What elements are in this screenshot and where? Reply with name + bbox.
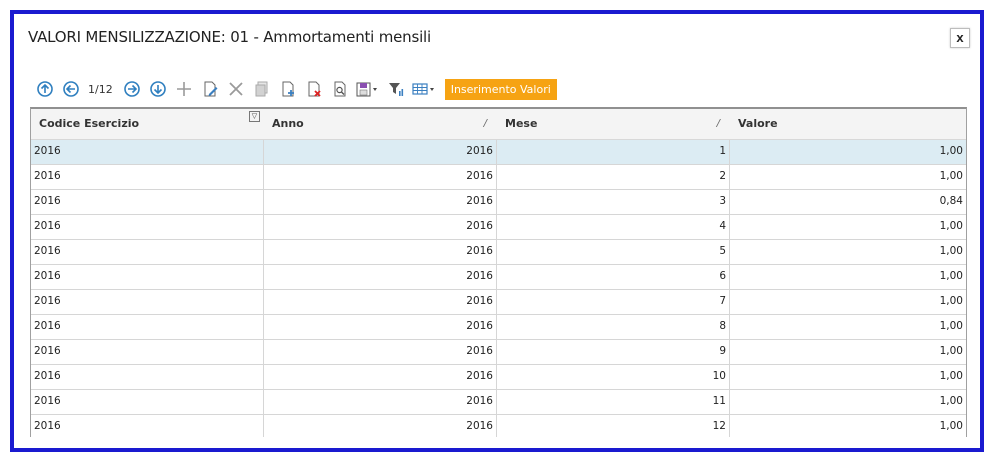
- cell-valore[interactable]: 1,00: [730, 340, 966, 364]
- cell-codice[interactable]: 2016: [31, 415, 264, 437]
- table-row[interactable]: 2016 2016 7 1,00: [31, 290, 966, 315]
- table-row[interactable]: 2016 2016 3 0,84: [31, 190, 966, 215]
- cell-valore[interactable]: 0,84: [730, 190, 966, 214]
- table-row[interactable]: 2016 2016 1 1,00: [31, 140, 966, 165]
- cell-valore[interactable]: 1,00: [730, 290, 966, 314]
- next-record-icon[interactable]: [121, 78, 143, 100]
- table-row[interactable]: 2016 2016 9 1,00: [31, 340, 966, 365]
- grid-header: Codice Esercizio ▽ Anno / Mese / Valore: [31, 109, 966, 140]
- cell-mese[interactable]: 9: [497, 340, 730, 364]
- cell-anno[interactable]: 2016: [264, 140, 497, 164]
- cell-anno[interactable]: 2016: [264, 265, 497, 289]
- cell-anno[interactable]: 2016: [264, 390, 497, 414]
- cell-valore[interactable]: 1,00: [730, 215, 966, 239]
- cell-mese[interactable]: 3: [497, 190, 730, 214]
- cell-mese[interactable]: 11: [497, 390, 730, 414]
- cell-valore[interactable]: 1,00: [730, 390, 966, 414]
- cell-mese[interactable]: 5: [497, 240, 730, 264]
- cell-codice[interactable]: 2016: [31, 315, 264, 339]
- column-header-codice-esercizio[interactable]: Codice Esercizio ▽: [31, 109, 264, 139]
- table-row[interactable]: 2016 2016 5 1,00: [31, 240, 966, 265]
- cell-codice[interactable]: 2016: [31, 290, 264, 314]
- cell-anno[interactable]: 2016: [264, 315, 497, 339]
- cell-anno[interactable]: 2016: [264, 415, 497, 437]
- table-row[interactable]: 2016 2016 6 1,00: [31, 265, 966, 290]
- cell-anno[interactable]: 2016: [264, 190, 497, 214]
- column-filter-icon[interactable]: ▽: [249, 111, 260, 122]
- cell-mese[interactable]: 1: [497, 140, 730, 164]
- preview-icon[interactable]: [329, 78, 351, 100]
- cell-mese[interactable]: 8: [497, 315, 730, 339]
- column-header-anno[interactable]: Anno /: [264, 109, 497, 139]
- table-row[interactable]: 2016 2016 10 1,00: [31, 365, 966, 390]
- cell-mese[interactable]: 10: [497, 365, 730, 389]
- cell-codice[interactable]: 2016: [31, 140, 264, 164]
- toolbar: 1/12 Inserimento Valori: [34, 78, 557, 100]
- table-row[interactable]: 2016 2016 12 1,00: [31, 415, 966, 437]
- cancel-document-icon[interactable]: [303, 78, 325, 100]
- table-row[interactable]: 2016 2016 4 1,00: [31, 215, 966, 240]
- cell-mese[interactable]: 4: [497, 215, 730, 239]
- add-icon[interactable]: [173, 78, 195, 100]
- sort-icon: /: [483, 118, 487, 129]
- cell-valore[interactable]: 1,00: [730, 165, 966, 189]
- cell-codice[interactable]: 2016: [31, 340, 264, 364]
- save-menu-icon[interactable]: [355, 78, 381, 100]
- cell-codice[interactable]: 2016: [31, 165, 264, 189]
- first-record-icon[interactable]: [34, 78, 56, 100]
- window-title: VALORI MENSILIZZAZIONE: 01 - Ammortament…: [28, 28, 431, 46]
- data-grid: Codice Esercizio ▽ Anno / Mese / Valore 201…: [30, 107, 967, 437]
- cell-anno[interactable]: 2016: [264, 165, 497, 189]
- cell-mese[interactable]: 7: [497, 290, 730, 314]
- cell-codice[interactable]: 2016: [31, 390, 264, 414]
- cell-codice[interactable]: 2016: [31, 190, 264, 214]
- table-row[interactable]: 2016 2016 8 1,00: [31, 315, 966, 340]
- cell-mese[interactable]: 12: [497, 415, 730, 437]
- insert-values-button[interactable]: Inserimento Valori: [444, 78, 557, 100]
- cell-valore[interactable]: 1,00: [730, 365, 966, 389]
- table-view-icon[interactable]: [411, 78, 437, 100]
- page-indicator: 1/12: [88, 82, 113, 96]
- cell-valore[interactable]: 1,00: [730, 140, 966, 164]
- cell-codice[interactable]: 2016: [31, 365, 264, 389]
- cell-mese[interactable]: 2: [497, 165, 730, 189]
- column-header-valore[interactable]: Valore: [730, 109, 966, 139]
- cell-codice[interactable]: 2016: [31, 240, 264, 264]
- cell-anno[interactable]: 2016: [264, 365, 497, 389]
- cell-mese[interactable]: 6: [497, 265, 730, 289]
- edit-icon[interactable]: [199, 78, 221, 100]
- cell-valore[interactable]: 1,00: [730, 265, 966, 289]
- cell-valore[interactable]: 1,00: [730, 315, 966, 339]
- cell-anno[interactable]: 2016: [264, 340, 497, 364]
- filter-icon[interactable]: [385, 78, 407, 100]
- cell-anno[interactable]: 2016: [264, 290, 497, 314]
- last-record-icon[interactable]: [147, 78, 169, 100]
- cell-anno[interactable]: 2016: [264, 215, 497, 239]
- dialog-window: VALORI MENSILIZZAZIONE: 01 - Ammortament…: [10, 10, 984, 452]
- cell-valore[interactable]: 1,00: [730, 415, 966, 437]
- cell-anno[interactable]: 2016: [264, 240, 497, 264]
- grid-body: 2016 2016 1 1,00 2016 2016 2 1,00 2016 2016 3 0,84 2…: [31, 140, 966, 437]
- delete-icon[interactable]: [225, 78, 247, 100]
- close-button[interactable]: x: [950, 28, 970, 48]
- sort-icon: /: [716, 118, 720, 129]
- cell-valore[interactable]: 1,00: [730, 240, 966, 264]
- table-row[interactable]: 2016 2016 2 1,00: [31, 165, 966, 190]
- table-row[interactable]: 2016 2016 11 1,00: [31, 390, 966, 415]
- column-header-mese[interactable]: Mese /: [497, 109, 730, 139]
- copy-icon[interactable]: [251, 78, 273, 100]
- previous-record-icon[interactable]: [60, 78, 82, 100]
- new-document-icon[interactable]: [277, 78, 299, 100]
- cell-codice[interactable]: 2016: [31, 215, 264, 239]
- cell-codice[interactable]: 2016: [31, 265, 264, 289]
